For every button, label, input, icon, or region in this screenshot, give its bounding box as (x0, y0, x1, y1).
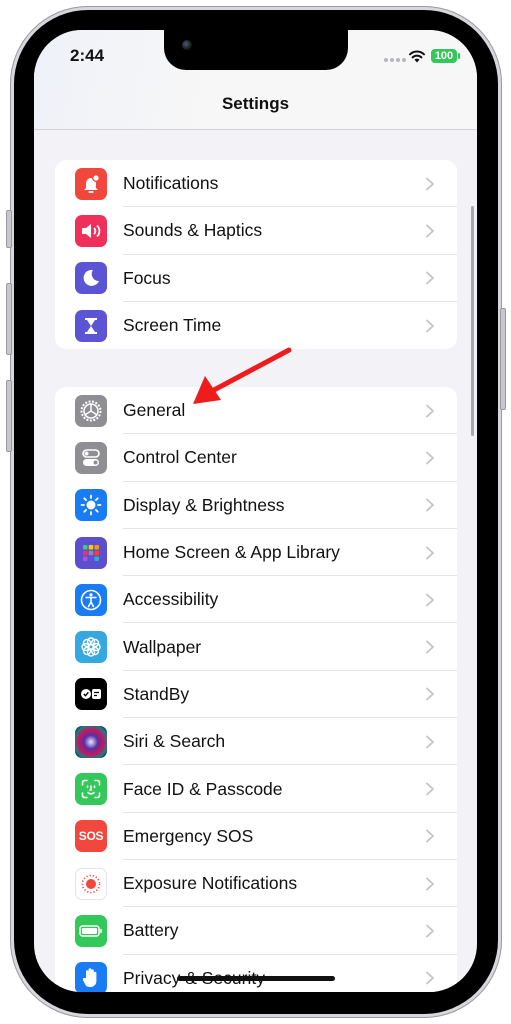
signal-dots-icon (384, 58, 406, 62)
settings-group-1: Notifications Sounds & Haptics Focus Scr… (55, 160, 457, 350)
settings-row-battery[interactable]: Battery (55, 907, 457, 955)
settings-group-2: General Control Center Display & Brightn… (55, 387, 457, 992)
row-label: Sounds & Haptics (123, 220, 263, 241)
settings-row-control-center[interactable]: Control Center (55, 434, 457, 482)
dynamic-island (164, 30, 348, 70)
wifi-icon (409, 50, 425, 63)
settings-row-face-id[interactable]: Face ID & Passcode (55, 765, 457, 813)
settings-row-exposure-notifications[interactable]: Exposure Notifications (55, 860, 457, 908)
status-time: 2:44 (70, 46, 105, 65)
row-label: Battery (123, 920, 179, 941)
row-label: Notifications (123, 173, 219, 194)
row-label: Face ID & Passcode (123, 778, 283, 799)
chevron-right-icon (426, 546, 434, 559)
settings-row-display-brightness[interactable]: Display & Brightness (55, 482, 457, 529)
settings-row-screen-time[interactable]: Screen Time (55, 302, 457, 349)
volume-up-button (6, 283, 12, 355)
row-label: Wallpaper (123, 636, 202, 657)
row-label: StandBy (123, 683, 190, 704)
settings-row-standby[interactable]: StandBy (55, 671, 457, 719)
settings-row-privacy-security[interactable]: Privacy & Security (55, 955, 457, 992)
bell-icon (75, 167, 107, 200)
row-label: Accessibility (123, 589, 219, 610)
flower-icon (75, 631, 107, 664)
sun-icon (75, 489, 107, 522)
page-title: Settings (221, 94, 290, 113)
row-label: Display & Brightness (123, 494, 285, 515)
chevron-right-icon (426, 782, 434, 796)
settings-row-home-screen[interactable]: Home Screen & App Library (55, 529, 457, 577)
power-button (500, 308, 506, 410)
toggles-icon (75, 441, 107, 474)
settings-row-focus[interactable]: Focus (55, 255, 457, 302)
row-label: Exposure Notifications (123, 873, 298, 894)
settings-row-siri-search[interactable]: Siri & Search (55, 718, 457, 766)
chevron-right-icon (426, 593, 434, 607)
moon-icon (75, 262, 107, 295)
hand-icon (75, 962, 107, 992)
siri-icon (75, 725, 107, 758)
row-label: Siri & Search (123, 731, 226, 752)
standby-icon (75, 678, 107, 711)
row-label: Emergency SOS (123, 825, 254, 846)
settings-row-accessibility[interactable]: Accessibility (55, 576, 457, 624)
screen: Settings 2:44 100 Notifications Sounds & (34, 30, 477, 992)
row-label: Home Screen & App Library (123, 542, 340, 563)
action-button (6, 210, 12, 248)
chevron-right-icon (426, 877, 434, 891)
accessibility-icon (75, 583, 107, 616)
chevron-right-icon (426, 735, 434, 749)
app-grid-icon (75, 536, 107, 569)
home-indicator[interactable] (177, 976, 335, 981)
settings-row-notifications[interactable]: Notifications (55, 160, 457, 208)
chevron-right-icon (426, 451, 434, 465)
chevron-right-icon (426, 688, 434, 701)
chevron-right-icon (426, 319, 434, 332)
row-label: Focus (123, 267, 171, 288)
battery-level: 100 (431, 49, 457, 63)
settings-row-emergency-sos[interactable]: SOS Emergency SOS (55, 813, 457, 860)
scrollbar[interactable] (471, 206, 474, 436)
front-camera (182, 40, 192, 50)
row-label: Screen Time (123, 315, 222, 336)
chevron-right-icon (426, 640, 434, 654)
settings-row-general[interactable]: General (55, 387, 457, 435)
row-label: Control Center (123, 447, 237, 468)
battery-icon (75, 914, 107, 947)
settings-row-sounds-haptics[interactable]: Sounds & Haptics (55, 207, 457, 255)
settings-row-wallpaper[interactable]: Wallpaper (55, 623, 457, 671)
sos-icon: SOS (75, 820, 107, 853)
speaker-icon (75, 214, 107, 247)
chevron-right-icon (426, 829, 434, 843)
volume-down-button (6, 380, 12, 452)
row-label: General (123, 400, 186, 421)
chevron-right-icon (426, 177, 434, 191)
face-id-icon (75, 773, 107, 806)
chevron-right-icon (426, 924, 434, 938)
chevron-right-icon (426, 498, 434, 512)
chevron-right-icon (426, 224, 434, 238)
chevron-right-icon (426, 404, 434, 418)
hourglass-icon (75, 309, 107, 342)
chevron-right-icon (426, 971, 434, 985)
exposure-icon (75, 867, 107, 900)
battery-nub (458, 53, 460, 59)
chevron-right-icon (426, 271, 434, 285)
gear-icon (75, 394, 107, 427)
